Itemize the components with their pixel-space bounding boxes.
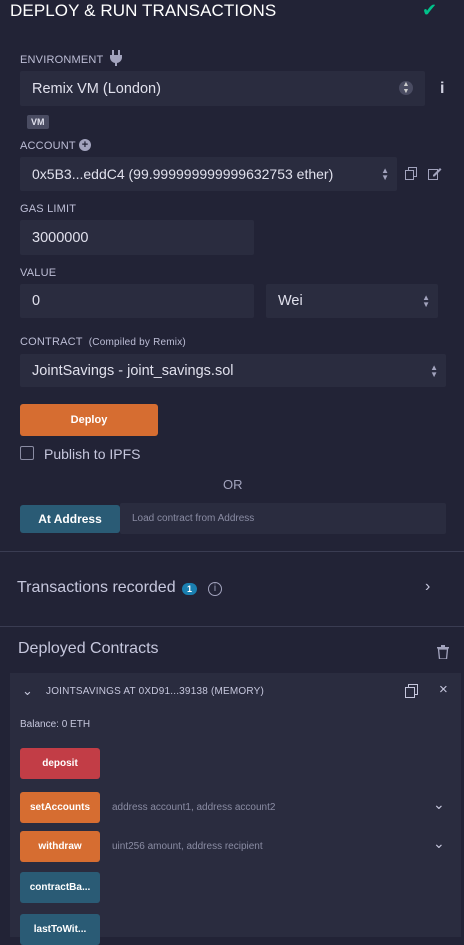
environment-label: ENVIRONMENT [20, 54, 104, 66]
trash-icon[interactable] [437, 645, 449, 664]
value-unit: Wei [278, 293, 303, 309]
withdraw-input[interactable]: uint256 amount, address recipient [100, 831, 430, 862]
edit-icon[interactable] [428, 167, 442, 185]
panel-title: DEPLOY & RUN TRANSACTIONS [10, 1, 277, 20]
add-account-icon[interactable]: + [79, 139, 91, 151]
withdraw-button[interactable]: withdraw [20, 831, 100, 862]
gas-limit-value: 3000000 [32, 229, 89, 246]
value-label: VALUE [20, 267, 57, 279]
divider [0, 626, 464, 627]
environment-value: Remix VM (London) [32, 80, 161, 97]
set-accounts-input[interactable]: address account1, address account2 [100, 792, 430, 823]
vm-badge: VM [27, 115, 49, 129]
set-accounts-placeholder: address account1, address account2 [112, 802, 276, 813]
contract-sublabel: (Compiled by Remix) [88, 337, 186, 348]
at-address-button[interactable]: At Address [20, 505, 120, 533]
account-value: 0x5B3...eddC4 (99.999999999999632753 eth… [32, 166, 334, 182]
contract-balance-button[interactable]: contractBa... [20, 872, 100, 903]
contract-label: CONTRACT (Compiled by Remix) [20, 336, 186, 348]
last-to-withdraw-button[interactable]: lastToWit... [20, 914, 100, 945]
select-arrows-icon: ▲ ▼ [422, 293, 430, 309]
transactions-recorded-label: Transactions recorded [17, 579, 176, 596]
at-address-placeholder: Load contract from Address [132, 513, 255, 524]
contract-select[interactable]: JointSavings - joint_savings.sol ▲ ▼ [20, 354, 446, 387]
chevron-down-icon[interactable]: ⌄ [22, 683, 33, 699]
select-arrows-icon: ▲ ▼ [430, 362, 438, 379]
set-accounts-button[interactable]: setAccounts [20, 792, 100, 823]
deployed-contracts-title: Deployed Contracts [18, 640, 159, 657]
publish-ipfs-checkbox[interactable] [20, 446, 34, 460]
chevron-down-icon[interactable]: ⌄ [433, 796, 445, 813]
chevron-right-icon: › [425, 578, 431, 595]
transactions-recorded-row[interactable]: Transactions recorded 1 i › [0, 552, 464, 626]
environment-select[interactable]: Remix VM (London) ▲ ▼ [20, 71, 425, 106]
value-unit-select[interactable]: Wei ▲ ▼ [266, 284, 438, 318]
copy-icon[interactable] [405, 684, 418, 703]
publish-ipfs-label: Publish to IPFS [44, 446, 141, 462]
gas-limit-label: GAS LIMIT [20, 203, 77, 215]
select-arrows-icon: ▲ ▼ [381, 166, 389, 182]
value-amount: 0 [32, 293, 41, 309]
chevron-down-icon[interactable]: ⌄ [433, 835, 445, 852]
account-label: ACCOUNT [20, 140, 76, 152]
deposit-button[interactable]: deposit [20, 748, 100, 779]
deploy-button[interactable]: Deploy [20, 404, 158, 436]
instance-title: JOINTSAVINGS AT 0XD91...39138 (MEMORY) [46, 686, 265, 697]
info-icon[interactable]: i [440, 80, 444, 98]
gas-limit-input[interactable]: 3000000 [20, 220, 254, 255]
account-select[interactable]: 0x5B3...eddC4 (99.999999999999632753 eth… [20, 157, 397, 191]
check-icon: ✔ [422, 0, 438, 20]
select-arrows-icon: ▲ ▼ [399, 81, 413, 95]
plug-icon [109, 50, 123, 71]
contract-label-text: CONTRACT [20, 336, 83, 348]
contract-value: JointSavings - joint_savings.sol [32, 362, 234, 379]
balance-text: Balance: 0 ETH [20, 719, 91, 730]
or-separator: OR [223, 477, 243, 492]
close-icon[interactable]: × [439, 681, 448, 698]
copy-icon[interactable] [405, 167, 417, 185]
transactions-count-badge: 1 [182, 583, 198, 595]
info-icon[interactable]: i [208, 582, 222, 596]
withdraw-placeholder: uint256 amount, address recipient [112, 841, 263, 852]
value-input[interactable]: 0 [20, 284, 254, 318]
at-address-input[interactable]: Load contract from Address [120, 503, 446, 534]
